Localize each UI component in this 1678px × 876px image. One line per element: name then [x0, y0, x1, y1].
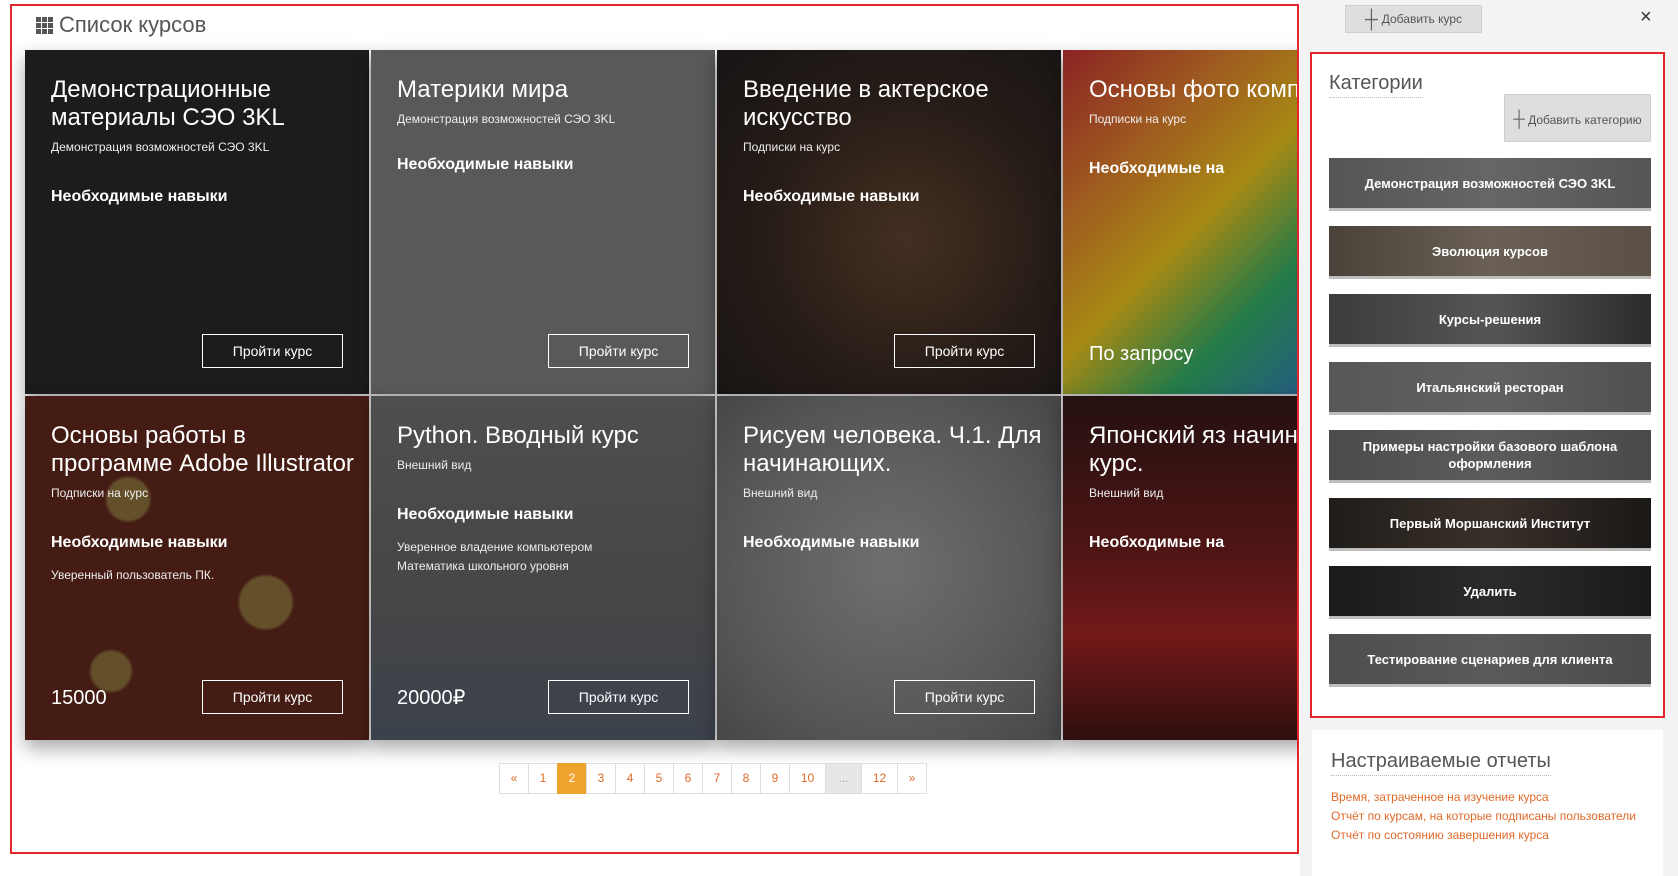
- course-category: Внешний вид: [397, 458, 472, 472]
- course-card[interactable]: Основы фото композиции Подписки на курс …: [1063, 50, 1299, 394]
- course-card[interactable]: Демонстрационные материалы СЭО 3KL Демон…: [25, 50, 369, 394]
- add-course-label: Добавить курс: [1381, 12, 1463, 26]
- category-item[interactable]: Удалить: [1329, 566, 1651, 619]
- course-category: Демонстрация возможностей СЭО 3KL: [397, 112, 616, 126]
- page-title: Список курсов: [36, 12, 206, 38]
- reports-panel: Настраиваемые отчеты Время, затраченное …: [1312, 730, 1663, 876]
- skills-heading: Необходимые навыки: [743, 188, 920, 205]
- reports-title: Настраиваемые отчеты: [1331, 750, 1551, 776]
- skill-item: Уверенный пользователь ПК.: [51, 568, 215, 582]
- add-icon: ┼: [1364, 9, 1378, 29]
- pagination-page[interactable]: 5: [644, 763, 674, 794]
- course-list-region: Список курсов Демонстрационные материалы…: [10, 4, 1299, 854]
- add-icon: ┼: [1513, 111, 1525, 128]
- start-course-button[interactable]: Пройти курс: [548, 680, 689, 714]
- course-price: 15000: [51, 687, 107, 709]
- course-card[interactable]: Основы работы в программе Adobe Illustra…: [25, 396, 369, 740]
- skill-item: Уверенное владение компьютером: [397, 540, 593, 554]
- report-link[interactable]: Отчёт по курсам, на которые подписаны по…: [1331, 807, 1651, 826]
- course-title: Рисуем человека. Ч.1. Для начинающих.: [743, 422, 1042, 477]
- start-course-button[interactable]: Пройти курс: [202, 334, 343, 368]
- report-link[interactable]: Отчёт по состоянию завершения курса: [1331, 826, 1651, 845]
- skills-heading: Необходимые навыки: [397, 506, 574, 523]
- pagination-prev[interactable]: «: [499, 763, 529, 794]
- pagination-next[interactable]: »: [897, 763, 927, 794]
- course-card[interactable]: Введение в актерское искусство Подписки …: [717, 50, 1061, 394]
- course-card[interactable]: Материки мира Демонстрация возможностей …: [371, 50, 715, 394]
- course-title: Демонстрационные материалы СЭО 3KL: [51, 76, 285, 131]
- course-category: Подписки на курс: [51, 486, 149, 500]
- category-item[interactable]: Курсы-решения: [1329, 294, 1651, 347]
- course-title: Введение в актерское искусство: [743, 76, 989, 131]
- course-category: Демонстрация возможностей СЭО 3KL: [51, 140, 270, 154]
- report-link[interactable]: Время, затраченное на изучение курса: [1331, 788, 1651, 807]
- course-category: Подписки на курс: [1089, 112, 1187, 126]
- start-course-button[interactable]: Пройти курс: [894, 680, 1035, 714]
- categories-title: Категории: [1329, 72, 1423, 98]
- course-title: Материки мира: [397, 76, 569, 103]
- pagination-page-current[interactable]: 2: [557, 763, 587, 794]
- skills-heading: Необходимые навыки: [397, 156, 574, 173]
- grid-icon: [36, 16, 53, 34]
- categories-panel: Категории ┼ Добавить категорию Демонстра…: [1310, 52, 1665, 718]
- pagination-page[interactable]: 8: [731, 763, 761, 794]
- skills-heading: Необходимые навыки: [743, 534, 920, 551]
- pagination-page[interactable]: 4: [615, 763, 645, 794]
- pagination-page[interactable]: 10: [789, 763, 826, 794]
- category-item[interactable]: Эволюция курсов: [1329, 226, 1651, 279]
- add-category-label: Добавить категорию: [1528, 113, 1642, 127]
- pagination-page[interactable]: 9: [760, 763, 790, 794]
- course-title: Основы работы в программе Adobe Illustra…: [51, 422, 354, 477]
- add-course-button[interactable]: ┼ Добавить курс: [1345, 5, 1482, 33]
- course-card[interactable]: Python. Вводный курс Внешний вид Необход…: [371, 396, 715, 740]
- category-item[interactable]: Первый Моршанский Институт: [1329, 498, 1651, 551]
- course-category: Подписки на курс: [743, 140, 841, 154]
- course-category: Внешний вид: [743, 486, 818, 500]
- pagination-ellipsis: ...: [825, 763, 862, 794]
- start-course-button[interactable]: Пройти курс: [548, 334, 689, 368]
- course-category: Внешний вид: [1089, 486, 1164, 500]
- course-card[interactable]: Японский яз начинающих курс. Внешний вид…: [1063, 396, 1298, 740]
- category-item[interactable]: Итальянский ресторан: [1329, 362, 1651, 415]
- close-icon[interactable]: ×: [1640, 6, 1652, 29]
- skills-heading: Необходимые на: [1089, 160, 1225, 177]
- category-item[interactable]: Тестирование сценариев для клиента: [1329, 634, 1651, 687]
- page-title-text: Список курсов: [59, 12, 207, 37]
- start-course-button[interactable]: Пройти курс: [202, 680, 343, 714]
- course-price: По запросу: [1089, 343, 1194, 365]
- pagination-page[interactable]: 7: [702, 763, 732, 794]
- add-category-button[interactable]: ┼ Добавить категорию: [1504, 94, 1651, 142]
- course-title: Python. Вводный курс: [397, 422, 639, 449]
- skills-heading: Необходимые на: [1089, 534, 1225, 551]
- skills-heading: Необходимые навыки: [51, 188, 228, 205]
- pagination-page[interactable]: 1: [528, 763, 558, 794]
- skills-heading: Необходимые навыки: [51, 534, 228, 551]
- pagination: « 1 2 3 4 5 6 7 8 9 10 ... 12 »: [499, 763, 927, 794]
- course-title: Японский яз начинающих курс.: [1089, 422, 1298, 477]
- start-course-button[interactable]: Пройти курс: [894, 334, 1035, 368]
- skill-item: Математика школьного уровня: [397, 559, 569, 573]
- category-item[interactable]: Примеры настройки базового шаблона оформ…: [1329, 430, 1651, 483]
- course-card[interactable]: Рисуем человека. Ч.1. Для начинающих. Вн…: [717, 396, 1061, 740]
- pagination-page[interactable]: 12: [861, 763, 898, 794]
- course-price: 20000₽: [397, 687, 466, 709]
- category-item[interactable]: Демонстрация возможностей СЭО 3KL: [1329, 158, 1651, 211]
- pagination-page[interactable]: 3: [586, 763, 616, 794]
- reports-list: Время, затраченное на изучение курса Отч…: [1331, 788, 1651, 845]
- pagination-page[interactable]: 6: [673, 763, 703, 794]
- course-title: Основы фото композиции: [1089, 76, 1299, 103]
